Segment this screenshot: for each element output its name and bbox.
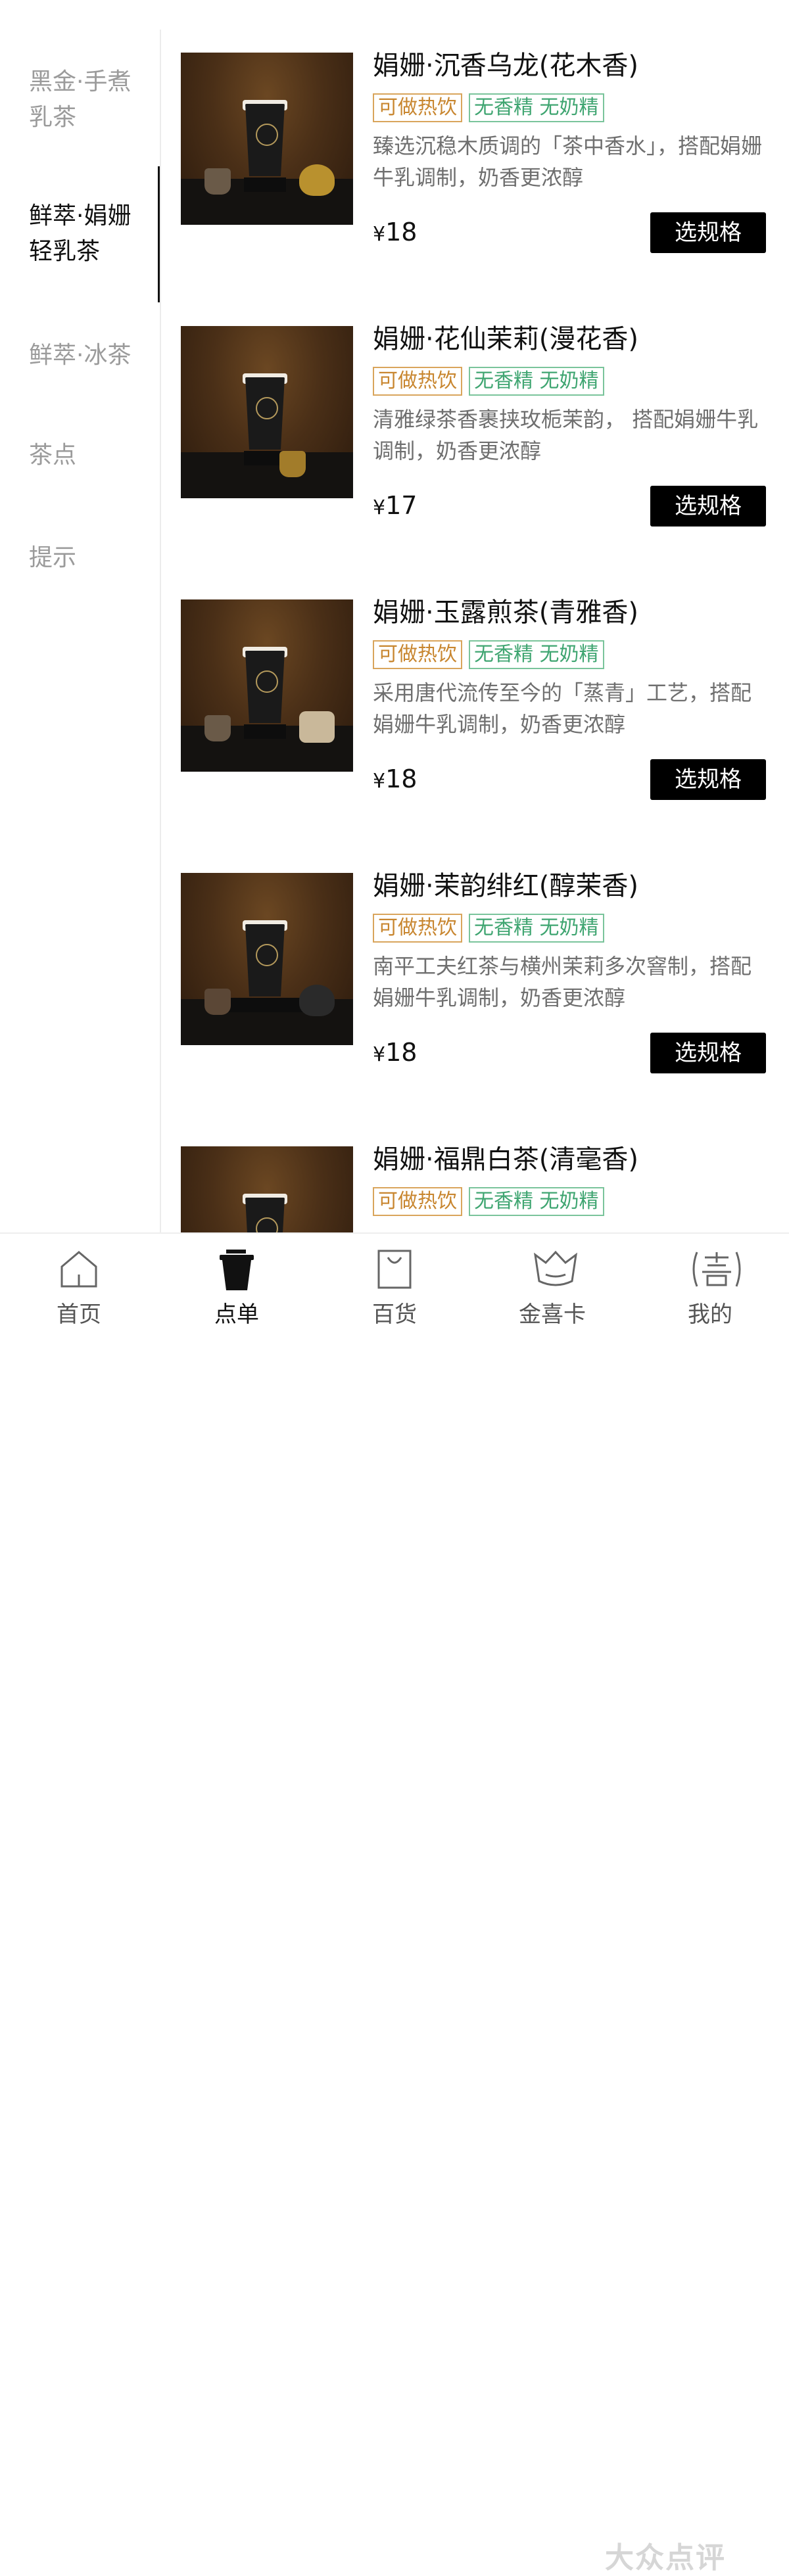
product-price: ¥18 bbox=[373, 216, 417, 251]
price-value: 18 bbox=[385, 1038, 418, 1067]
sidebar-divider bbox=[160, 30, 161, 1232]
hot-drink-tag: 可做热饮 bbox=[373, 93, 462, 122]
product-image[interactable] bbox=[181, 873, 353, 1045]
product-image[interactable] bbox=[181, 53, 353, 225]
product-price: ¥18 bbox=[373, 1036, 417, 1071]
product-card[interactable]: 娟姗·玉露煎茶(青雅香) 可做热饮 无香精 无奶精 采用唐代流传至今的「蒸青」工… bbox=[181, 597, 773, 816]
currency-symbol: ¥ bbox=[373, 770, 386, 793]
product-card[interactable]: 娟姗·茉韵绯红(醇茉香) 可做热饮 无香精 无奶精 南平工夫红茶与横州茉莉多次窨… bbox=[181, 871, 773, 1090]
price-value: 18 bbox=[385, 764, 418, 793]
no-additive-tag: 无香精 无奶精 bbox=[469, 367, 604, 396]
product-tags: 可做热饮 无香精 无奶精 bbox=[373, 1187, 604, 1216]
category-snacks[interactable]: 茶点 bbox=[29, 438, 147, 473]
price-value: 18 bbox=[385, 218, 418, 246]
cup-icon bbox=[220, 1250, 254, 1290]
select-spec-button[interactable]: 选规格 bbox=[650, 1033, 766, 1073]
category-heijin-milk-tea[interactable]: 黑金·手煮 乳茶 bbox=[29, 64, 147, 135]
product-tags: 可做热饮 无香精 无奶精 bbox=[373, 93, 604, 122]
product-tags: 可做热饮 无香精 无奶精 bbox=[373, 914, 604, 943]
hot-drink-tag: 可做热饮 bbox=[373, 914, 462, 943]
category-tips[interactable]: 提示 bbox=[29, 540, 147, 576]
category-sidebar: 黑金·手煮 乳茶 鲜萃·娟姗 轻乳茶 鲜萃·冰茶 茶点 提示 bbox=[0, 0, 160, 1232]
select-spec-button[interactable]: 选规格 bbox=[650, 212, 766, 253]
nav-gold-card[interactable]: 金喜卡 bbox=[500, 1234, 605, 1344]
product-card[interactable]: 娟姗·福鼎白茶(清毫香) 可做热饮 无香精 无奶精 bbox=[181, 1146, 773, 1232]
category-label: 鲜萃·娟姗 轻乳茶 bbox=[29, 202, 132, 265]
currency-symbol: ¥ bbox=[373, 1043, 386, 1066]
product-description: 南平工夫红茶与横州茉莉多次窨制，搭配娟姗牛乳调制，奶香更浓醇 bbox=[373, 954, 752, 1010]
category-label: 鲜萃·冰茶 bbox=[29, 342, 132, 369]
select-spec-button[interactable]: 选规格 bbox=[650, 486, 766, 527]
nav-label: 首页 bbox=[57, 1301, 101, 1328]
nav-label: 金喜卡 bbox=[519, 1301, 586, 1328]
product-card[interactable]: 娟姗·花仙茉莉(漫花香) 可做热饮 无香精 无奶精 清雅绿茶香裹挟玫栀茉韵， 搭… bbox=[181, 324, 773, 543]
product-title: 娟姗·玉露煎茶(青雅香) bbox=[373, 597, 638, 628]
product-card[interactable]: 娟姗·沉香乌龙(花木香) 可做热饮 无香精 无奶精 臻选沉稳木质调的「茶中香水」… bbox=[181, 51, 773, 269]
product-title: 娟姗·福鼎白茶(清毫香) bbox=[373, 1146, 638, 1175]
nav-label: 百货 bbox=[372, 1301, 417, 1328]
no-additive-tag: 无香精 无奶精 bbox=[469, 640, 604, 669]
nav-label: 我的 bbox=[688, 1301, 732, 1328]
product-tags: 可做热饮 无香精 无奶精 bbox=[373, 367, 604, 396]
bottom-navigation: 首页 点单 百货 金喜卡 我的 大众点评 bbox=[0, 1232, 789, 2575]
price-value: 17 bbox=[385, 491, 418, 520]
no-additive-tag: 无香精 无奶精 bbox=[469, 1187, 604, 1216]
category-label: 黑金·手煮 乳茶 bbox=[29, 68, 132, 131]
product-title: 娟姗·茉韵绯红(醇茉香) bbox=[373, 871, 638, 901]
hot-drink-tag: 可做热饮 bbox=[373, 1187, 462, 1216]
home-icon bbox=[60, 1251, 97, 1288]
product-description: 清雅绿茶香裹挟玫栀茉韵， 搭配娟姗牛乳调制，奶香更浓醇 bbox=[373, 407, 759, 463]
product-price: ¥18 bbox=[373, 762, 417, 798]
product-description: 臻选沉稳木质调的「茶中香水」，搭配娟姗牛乳调制，奶香更浓醇 bbox=[373, 133, 763, 190]
no-additive-tag: 无香精 无奶精 bbox=[469, 914, 604, 943]
product-image[interactable] bbox=[181, 1146, 353, 1232]
crown-card-icon bbox=[533, 1250, 578, 1286]
nav-order[interactable]: 点单 bbox=[184, 1234, 289, 1344]
product-description: 采用唐代流传至今的「蒸青」工艺，搭配娟姗牛乳调制，奶香更浓醇 bbox=[373, 680, 752, 737]
shopping-bag-icon bbox=[377, 1250, 412, 1289]
product-title: 娟姗·花仙茉莉(漫花香) bbox=[373, 324, 638, 354]
product-title: 娟姗·沉香乌龙(花木香) bbox=[373, 51, 638, 81]
watermark: 大众点评 bbox=[605, 2541, 726, 2575]
nav-profile[interactable]: 我的 bbox=[658, 1234, 763, 1344]
category-fresh-light-milk-tea[interactable]: 鲜萃·娟姗 轻乳茶 bbox=[29, 199, 147, 269]
category-label: 提示 bbox=[29, 544, 77, 571]
xi-profile-icon bbox=[692, 1252, 741, 1287]
no-additive-tag: 无香精 无奶精 bbox=[469, 93, 604, 122]
nav-label: 点单 bbox=[214, 1301, 259, 1328]
select-spec-button[interactable]: 选规格 bbox=[650, 759, 766, 800]
nav-home[interactable]: 首页 bbox=[26, 1234, 132, 1344]
hot-drink-tag: 可做热饮 bbox=[373, 640, 462, 669]
nav-shop[interactable]: 百货 bbox=[342, 1234, 447, 1344]
category-fresh-iced-tea[interactable]: 鲜萃·冰茶 bbox=[29, 338, 147, 373]
product-tags: 可做热饮 无香精 无奶精 bbox=[373, 640, 604, 669]
product-price: ¥17 bbox=[373, 489, 417, 525]
hot-drink-tag: 可做热饮 bbox=[373, 367, 462, 396]
currency-symbol: ¥ bbox=[373, 223, 386, 246]
product-image[interactable] bbox=[181, 326, 353, 498]
currency-symbol: ¥ bbox=[373, 496, 386, 519]
category-label: 茶点 bbox=[29, 442, 77, 469]
product-image[interactable] bbox=[181, 599, 353, 772]
